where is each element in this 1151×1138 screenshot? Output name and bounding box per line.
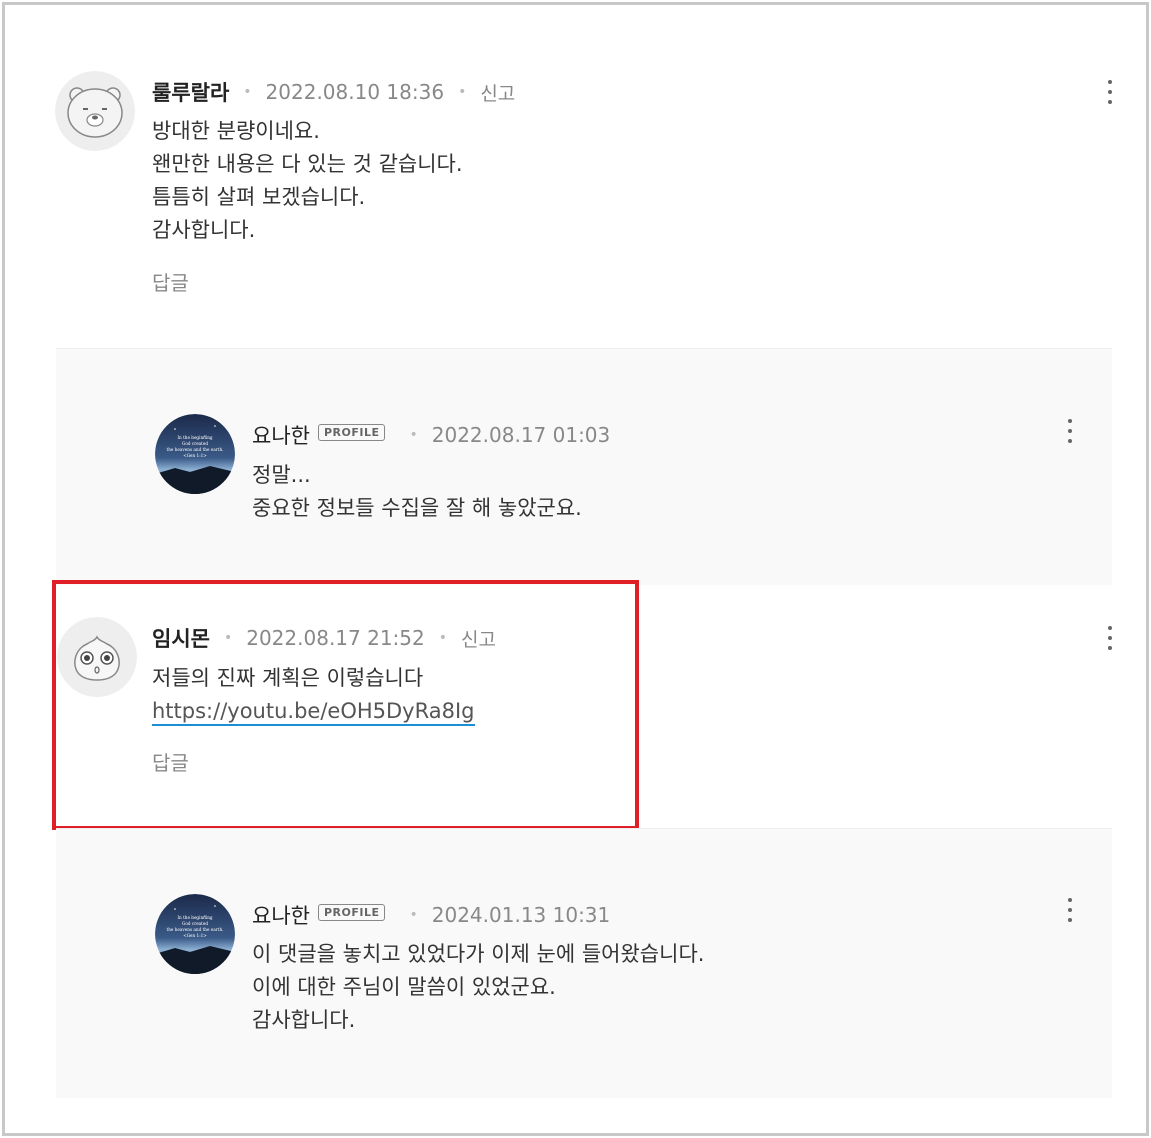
comment-body: 정말... 중요한 정보들 수집을 잘 해 놓았군요. bbox=[252, 459, 582, 525]
avatar-bear[interactable] bbox=[55, 71, 135, 151]
comment-body: 방대한 분량이네요. 왠만한 내용은 다 있는 것 같습니다. 틈틈히 살펴 보… bbox=[152, 115, 463, 247]
svg-text:<Gen 1:1>: <Gen 1:1> bbox=[183, 453, 207, 458]
svg-text:In the beginning: In the beginning bbox=[177, 915, 212, 920]
separator-dot: • bbox=[458, 84, 467, 100]
separator-dot: • bbox=[409, 907, 418, 923]
svg-text:In the beginning: In the beginning bbox=[177, 435, 212, 440]
svg-text:God created: God created bbox=[182, 921, 208, 926]
comment-date: 2022.08.10 18:36 bbox=[265, 80, 445, 104]
comment-line: 이에 대한 주님이 말씀이 있었군요. bbox=[252, 975, 556, 999]
comment-date: 2022.08.17 01:03 bbox=[431, 423, 611, 447]
comment-line: 이 댓글을 놓치고 있었다가 이제 눈에 들어왔습니다. bbox=[252, 942, 705, 966]
more-options-icon[interactable] bbox=[1066, 898, 1074, 922]
comment-line: 왠만한 내용은 다 있는 것 같습니다. bbox=[152, 152, 463, 176]
separator-dot: • bbox=[243, 84, 252, 100]
more-options-icon[interactable] bbox=[1106, 80, 1114, 104]
svg-text:the heavens and the earth.: the heavens and the earth. bbox=[167, 447, 224, 452]
avatar-galaxy[interactable]: In the beginning God created the heavens… bbox=[155, 894, 235, 974]
author-name[interactable]: 룰루랄라 bbox=[152, 77, 229, 107]
comment-line: 중요한 정보들 수집을 잘 해 놓았군요. bbox=[252, 496, 582, 520]
svg-text:God created: God created bbox=[182, 441, 208, 446]
author-name[interactable]: 요나한 bbox=[252, 900, 310, 930]
more-options-icon[interactable] bbox=[1106, 626, 1114, 650]
comment-body: 이 댓글을 놓치고 있었다가 이제 눈에 들어왔습니다. 이에 대한 주님이 말… bbox=[252, 938, 704, 1037]
reply-button[interactable]: 답글 bbox=[152, 267, 189, 296]
profile-badge[interactable]: PROFILE bbox=[317, 423, 386, 441]
comment-date: 2024.01.13 10:31 bbox=[431, 903, 611, 927]
comment-line: 정말... bbox=[252, 463, 311, 487]
comment-line: 감사합니다. bbox=[152, 218, 256, 242]
comment-line: 틈틈히 살펴 보겠습니다. bbox=[152, 185, 366, 209]
avatar-galaxy[interactable]: In the beginning God created the heavens… bbox=[155, 414, 235, 494]
comment-line: 감사합니다. bbox=[252, 1008, 356, 1032]
comment-meta: 요나한 PROFILE • 2022.08.17 01:03 bbox=[252, 420, 610, 450]
separator-dot: • bbox=[409, 427, 418, 443]
comment-meta: 룰루랄라 • 2022.08.10 18:36 • 신고 bbox=[152, 77, 515, 107]
author-name[interactable]: 요나한 bbox=[252, 420, 310, 450]
svg-text:<Gen 1:1>: <Gen 1:1> bbox=[183, 933, 207, 938]
svg-text:the heavens and the earth.: the heavens and the earth. bbox=[167, 927, 224, 932]
report-button[interactable]: 신고 bbox=[480, 79, 515, 106]
comment-line: 방대한 분량이네요. bbox=[152, 119, 320, 143]
highlight-box bbox=[52, 580, 639, 830]
profile-badge[interactable]: PROFILE bbox=[317, 903, 386, 921]
more-options-icon[interactable] bbox=[1066, 419, 1074, 443]
comment-meta: 요나한 PROFILE • 2024.01.13 10:31 bbox=[252, 900, 610, 930]
